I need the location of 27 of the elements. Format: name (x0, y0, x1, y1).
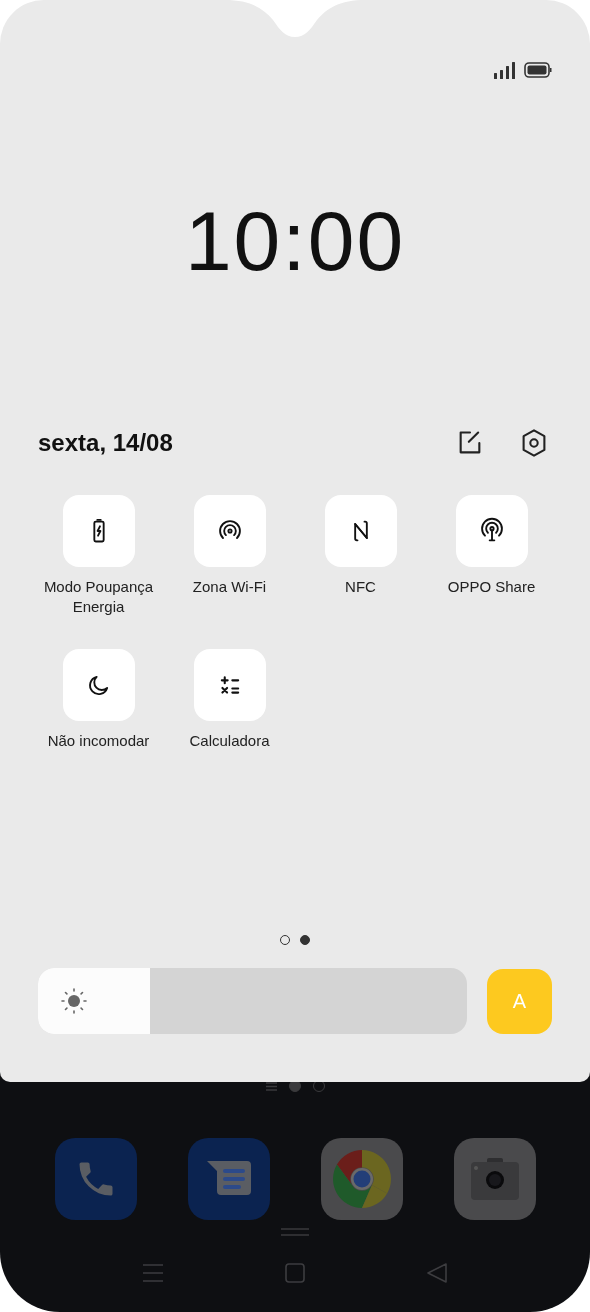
tile-label: Não incomodar (46, 731, 151, 751)
date-text: sexta, 14/08 (38, 428, 173, 458)
quick-tile-button[interactable] (455, 495, 528, 567)
brightness-slider[interactable] (38, 968, 467, 1034)
quick-tile-button[interactable] (324, 495, 397, 567)
quick-tile-button[interactable] (193, 495, 266, 567)
back-icon[interactable] (426, 1262, 448, 1284)
browser-app-icon[interactable] (320, 1138, 403, 1220)
messages-app-icon[interactable] (187, 1138, 270, 1220)
tile-label: OPPO Share (446, 577, 537, 597)
auto-brightness-button[interactable]: A (487, 968, 552, 1034)
drawer-handle-icon (281, 1228, 309, 1236)
tile-label: Calculadora (188, 731, 271, 751)
quick-tile-button[interactable] (193, 649, 266, 721)
tile-label: NFC (344, 577, 377, 597)
clock-time: 10:00 (184, 199, 406, 283)
signal-icon (494, 61, 516, 79)
phone-app-icon[interactable] (54, 1138, 137, 1220)
quick-tile-button[interactable] (62, 649, 135, 721)
settings-icon[interactable] (520, 428, 548, 458)
tile-label: Modo Poupança Energia (42, 577, 155, 617)
camera-app-icon[interactable] (453, 1138, 536, 1220)
list-icon (265, 1081, 277, 1091)
quick-tile-button[interactable] (62, 495, 135, 567)
battery-icon (524, 62, 552, 78)
tile-label: Zona Wi-Fi (191, 577, 268, 597)
sun-icon (61, 988, 87, 1014)
